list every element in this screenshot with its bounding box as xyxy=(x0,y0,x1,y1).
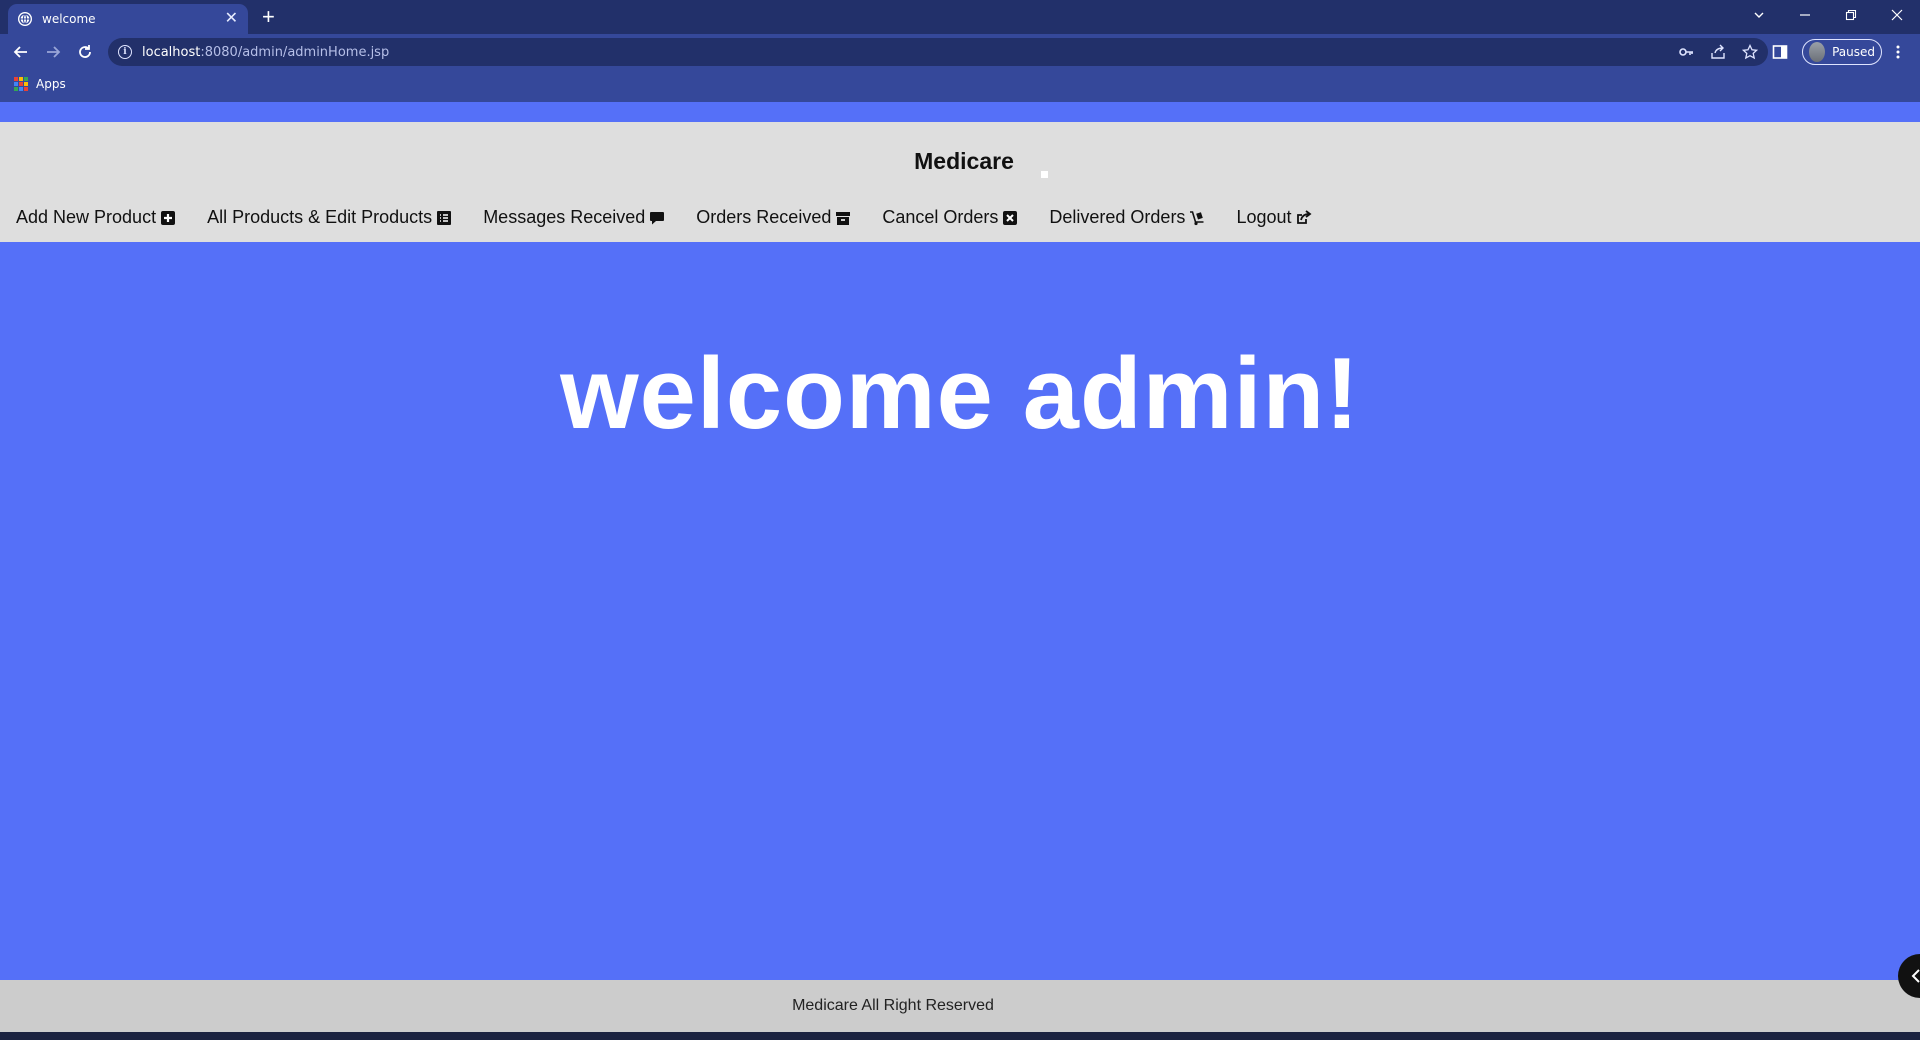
nav-logout-label: Logout xyxy=(1236,207,1292,227)
nav-orders-received[interactable]: Orders Received xyxy=(696,207,851,228)
bookmark-apps-label: Apps xyxy=(36,77,66,91)
nav-add-new-product[interactable]: Add New Product xyxy=(16,207,176,228)
bookmark-star-icon[interactable] xyxy=(1742,44,1758,60)
plus-square-icon xyxy=(161,210,176,225)
apps-grid-icon xyxy=(14,77,28,91)
header-top-strip xyxy=(0,102,1920,122)
nav-all-products-edit-label: All Products & Edit Products xyxy=(207,207,433,227)
address-path: :8080/admin/adminHome.jsp xyxy=(200,44,390,60)
bookmark-apps[interactable]: Apps xyxy=(14,77,66,91)
globe-icon xyxy=(18,12,32,26)
nav-messages-received-label: Messages Received xyxy=(483,207,646,227)
share-square-icon xyxy=(1296,209,1311,224)
chevron-left-icon xyxy=(1911,969,1920,983)
tab-close-icon[interactable]: ✕ xyxy=(225,11,238,27)
forward-arrow-icon[interactable] xyxy=(42,41,64,63)
browser-toolbar: i localhost:8080/admin/adminHome.jsp Pau… xyxy=(0,34,1920,70)
nav-add-new-product-label: Add New Product xyxy=(16,207,157,227)
reload-icon[interactable] xyxy=(74,41,96,63)
tab-search-chevron-icon[interactable] xyxy=(1736,0,1782,30)
list-square-icon xyxy=(437,210,452,225)
bookmarks-bar: Apps xyxy=(0,70,1920,102)
nav-all-products-edit[interactable]: All Products & Edit Products xyxy=(207,207,452,228)
key-icon[interactable] xyxy=(1678,44,1694,60)
profile-status: Paused xyxy=(1832,45,1875,59)
nav-delivered-orders[interactable]: Delivered Orders xyxy=(1049,207,1205,228)
page: Medicare Add New Product All Products & … xyxy=(0,102,1920,1032)
site-info-icon[interactable]: i xyxy=(118,45,132,59)
nav-cancel-orders[interactable]: Cancel Orders xyxy=(882,207,1018,228)
nav-logout[interactable]: Logout xyxy=(1236,207,1311,228)
comment-icon xyxy=(650,211,665,224)
browser-menu-icon[interactable] xyxy=(1890,44,1906,60)
browser-tabstrip: welcome ✕ + xyxy=(0,0,1920,34)
os-taskbar xyxy=(0,1032,1920,1040)
new-tab-button[interactable]: + xyxy=(262,4,275,30)
site-header: Medicare Add New Product All Products & … xyxy=(0,122,1920,242)
tab-title: welcome xyxy=(42,12,96,26)
admin-nav: Add New Product All Products & Edit Prod… xyxy=(16,207,1312,228)
browser-tab[interactable]: welcome ✕ xyxy=(8,4,248,34)
address-host: localhost xyxy=(142,44,201,60)
nav-orders-received-label: Orders Received xyxy=(696,207,832,227)
restore-icon[interactable] xyxy=(1828,0,1874,30)
header-decoration xyxy=(1041,171,1048,178)
address-bar[interactable]: i localhost:8080/admin/adminHome.jsp xyxy=(108,38,1768,66)
side-panel-icon[interactable] xyxy=(1772,44,1788,60)
nav-delivered-orders-label: Delivered Orders xyxy=(1049,207,1186,227)
archive-box-icon xyxy=(836,211,851,225)
site-brand: Medicare xyxy=(914,148,1014,174)
nav-messages-received[interactable]: Messages Received xyxy=(483,207,665,228)
footer-text: Medicare All Right Reserved xyxy=(792,997,994,1014)
back-arrow-icon[interactable] xyxy=(10,41,32,63)
avatar xyxy=(1809,42,1826,62)
share-icon[interactable] xyxy=(1710,44,1726,60)
x-square-icon xyxy=(1003,210,1018,225)
dolly-icon xyxy=(1190,210,1204,225)
site-footer: Medicare All Right Reserved xyxy=(0,980,1920,1032)
profile-button[interactable]: Paused xyxy=(1802,39,1882,65)
nav-cancel-orders-label: Cancel Orders xyxy=(882,207,999,227)
minimize-icon[interactable] xyxy=(1782,0,1828,30)
welcome-heading: welcome admin! xyxy=(560,338,1360,450)
close-window-icon[interactable] xyxy=(1874,0,1920,30)
